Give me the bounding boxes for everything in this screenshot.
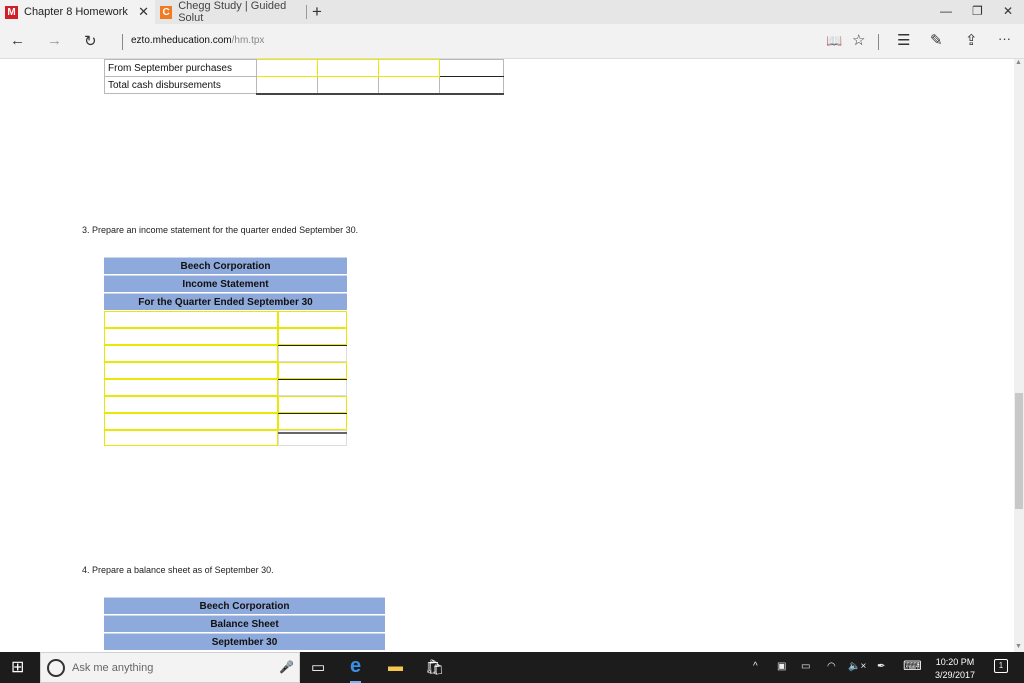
income-label-input[interactable] — [104, 311, 278, 328]
income-statement-company: Beech Corporation — [104, 257, 347, 274]
more-icon[interactable]: ··· — [998, 31, 1011, 46]
address-bar-row: ← → ↻ ezto.mheducation.com/hm.tpx 📖 ☆ ☰ … — [0, 24, 1024, 59]
tab-chapter-8-homework[interactable]: M Chapter 8 Homework ✕ — [0, 0, 155, 24]
total-double-line — [278, 432, 347, 434]
search-placeholder: Ask me anything — [72, 662, 154, 674]
back-icon[interactable]: ← — [10, 32, 25, 49]
total-cell[interactable] — [439, 59, 504, 77]
refresh-icon[interactable]: ↻ — [84, 32, 97, 50]
income-label-input[interactable] — [104, 362, 278, 379]
favorite-star-icon[interactable]: ☆ — [852, 31, 865, 49]
output-cell — [439, 76, 504, 95]
income-value-output — [278, 379, 347, 396]
reading-view-icon[interactable]: 📖 — [826, 33, 842, 49]
balance-sheet-title: Balance Sheet — [104, 615, 385, 632]
scroll-down-icon[interactable]: ▼ — [1015, 643, 1022, 650]
income-statement-title: Income Statement — [104, 275, 347, 292]
page-scrollbar[interactable]: ▲ ▼ — [1014, 59, 1024, 652]
tab-bar: M Chapter 8 Homework ✕ C Chegg Study | G… — [0, 0, 1024, 24]
windows-taskbar: ⊞ Ask me anything 🎤 ▭ e ▬ 🛍 ^ ▣ ▭ ◠ 🔈× ✒… — [0, 652, 1024, 683]
subtotal-line — [278, 345, 347, 346]
chegg-favicon-icon: C — [160, 5, 173, 19]
page-content: From September purchases Total cash disb… — [0, 59, 1014, 652]
question-3-prompt: 3. Prepare an income statement for the q… — [82, 225, 359, 235]
tab-divider — [306, 5, 307, 19]
income-value-input[interactable] — [278, 311, 347, 328]
minimize-button[interactable]: — — [940, 4, 952, 18]
touch-keyboard-icon[interactable]: ⌨ — [903, 658, 922, 674]
restore-button[interactable]: ❐ — [972, 4, 983, 18]
task-view-icon[interactable]: ▭ — [311, 658, 325, 676]
tab-title: Chegg Study | Guided Solut — [178, 0, 287, 24]
income-value-output — [278, 345, 347, 362]
cortana-search-box[interactable]: Ask me anything 🎤 — [40, 652, 300, 683]
new-tab-button[interactable]: + — [312, 2, 322, 22]
subtotal-line — [278, 413, 347, 414]
income-label-input[interactable] — [104, 430, 278, 446]
subtotal-line — [278, 379, 347, 380]
address-input[interactable]: ezto.mheducation.com/hm.tpx — [131, 35, 264, 46]
edge-browser-icon[interactable]: e — [350, 655, 362, 683]
tray-network-icon[interactable]: ▣ — [777, 661, 786, 672]
clock-date: 3/29/2017 — [934, 670, 976, 680]
scroll-up-icon[interactable]: ▲ — [1015, 59, 1022, 66]
url-separator — [122, 34, 123, 50]
income-label-input[interactable] — [104, 345, 278, 362]
row-label: Total cash disbursements — [104, 76, 257, 94]
income-value-input[interactable] — [278, 413, 347, 430]
income-value-input[interactable] — [278, 362, 347, 379]
balance-sheet-date: September 30 — [104, 633, 385, 650]
clock-time: 10:20 PM — [935, 657, 975, 667]
close-window-button[interactable]: ✕ — [1003, 4, 1013, 18]
file-explorer-icon[interactable]: ▬ — [388, 658, 403, 675]
income-label-input[interactable] — [104, 379, 278, 396]
input-cell[interactable] — [378, 59, 440, 77]
mheducation-favicon-icon: M — [5, 5, 18, 19]
output-cell — [317, 76, 379, 95]
income-label-input[interactable] — [104, 413, 278, 430]
income-value-input[interactable] — [278, 328, 347, 345]
url-path: /hm.tpx — [231, 35, 265, 46]
input-cell[interactable] — [317, 59, 379, 77]
scroll-thumb[interactable] — [1015, 393, 1023, 509]
hub-icon[interactable]: ☰ — [897, 31, 910, 49]
tray-chevron-icon[interactable]: ^ — [753, 661, 758, 672]
input-cell[interactable] — [256, 59, 318, 77]
tab-close-icon[interactable]: ✕ — [138, 4, 149, 20]
tray-device-icon[interactable]: ▭ — [801, 661, 810, 672]
row-label: From September purchases — [104, 59, 257, 77]
pen-icon[interactable]: ✒ — [877, 661, 885, 672]
tab-chegg-study[interactable]: C Chegg Study | Guided Solut — [155, 0, 306, 24]
output-cell — [256, 76, 318, 95]
web-note-icon[interactable]: ✎ — [930, 31, 943, 49]
notifications-icon[interactable]: 1 — [994, 659, 1008, 673]
question-4-prompt: 4. Prepare a balance sheet as of Septemb… — [82, 565, 274, 575]
start-windows-icon[interactable]: ⊞ — [11, 657, 24, 677]
store-icon[interactable]: 🛍 — [425, 658, 444, 676]
url-domain: ezto.mheducation.com — [131, 35, 232, 46]
toolbar-separator — [878, 34, 879, 50]
forward-icon[interactable]: → — [47, 32, 62, 49]
microphone-icon[interactable]: 🎤 — [279, 660, 294, 674]
cash-disbursements-table: From September purchases Total cash disb… — [104, 59, 504, 95]
app-window: M Chapter 8 Homework ✕ C Chegg Study | G… — [0, 0, 1024, 683]
income-statement-period: For the Quarter Ended September 30 — [104, 293, 347, 310]
share-icon[interactable]: ⇪ — [965, 31, 978, 49]
balance-sheet-company: Beech Corporation — [104, 597, 385, 614]
system-clock[interactable]: 10:20 PM 3/29/2017 — [930, 656, 980, 682]
volume-muted-icon[interactable]: 🔈× — [848, 661, 866, 672]
wifi-icon[interactable]: ◠ — [827, 661, 836, 672]
income-label-input[interactable] — [104, 328, 278, 345]
cortana-icon — [47, 659, 65, 677]
output-cell — [378, 76, 440, 95]
table-row: Total cash disbursements — [104, 76, 504, 95]
tab-title: Chapter 8 Homework — [24, 6, 128, 18]
income-value-input[interactable] — [278, 396, 347, 413]
income-label-input[interactable] — [104, 396, 278, 413]
table-row: From September purchases — [104, 59, 504, 77]
